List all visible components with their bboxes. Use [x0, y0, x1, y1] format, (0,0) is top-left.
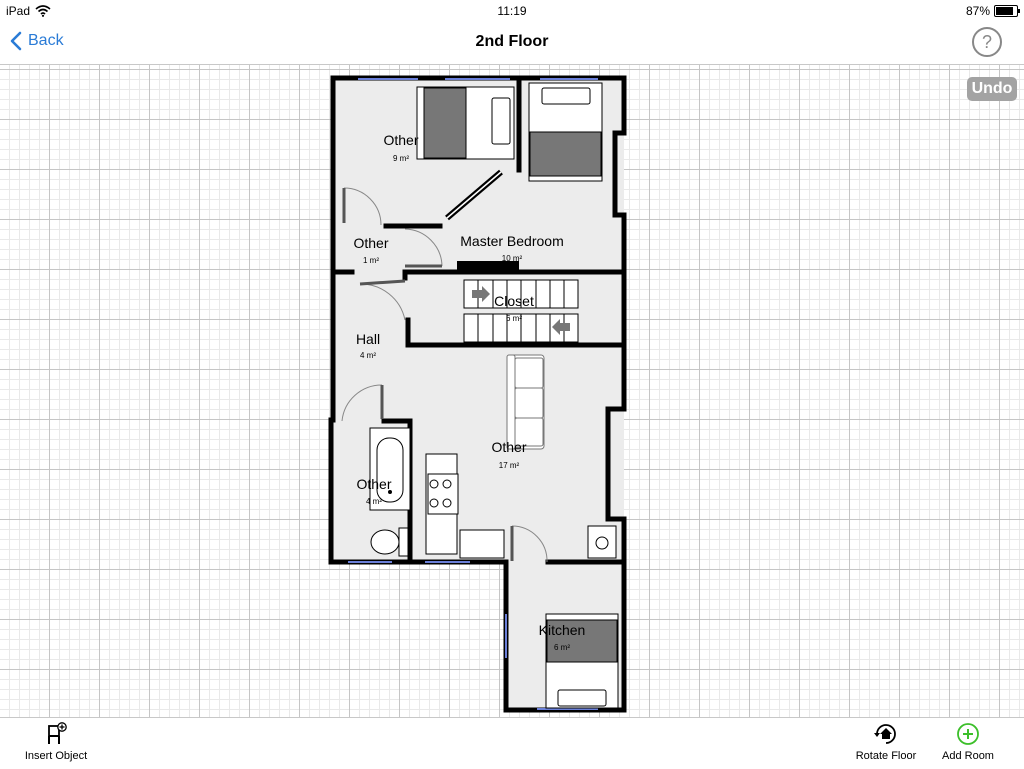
status-time: 11:19	[497, 4, 527, 18]
battery-icon	[994, 5, 1020, 17]
room-label[interactable]: Other	[371, 132, 431, 148]
bed-other-room	[416, 86, 515, 160]
room-area: 4 m²	[366, 497, 382, 506]
room-area: 6 m²	[554, 643, 570, 652]
washing-machine	[587, 525, 617, 559]
room-area: 6 m²	[506, 314, 522, 323]
rotate-floor-button[interactable]: Rotate Floor	[853, 722, 919, 762]
room-label[interactable]: Other	[344, 476, 404, 492]
status-bar: iPad 11:19 87%	[0, 0, 1024, 22]
room-area: 9 m²	[393, 154, 409, 163]
navigation-bar: Back 2nd Floor ?	[0, 22, 1024, 65]
room-label[interactable]: Hall	[338, 331, 398, 347]
counter	[459, 529, 505, 559]
room-label[interactable]: Closet	[484, 293, 544, 309]
sofa	[506, 354, 545, 450]
insert-object-button[interactable]: Insert Object	[22, 722, 90, 762]
room-label[interactable]: Other	[341, 235, 401, 251]
floor-plan-canvas[interactable]: Other 9 m² Master Bedroom 10 m² Other 1 …	[0, 65, 1024, 717]
room-area: 4 m²	[360, 351, 376, 360]
toilet	[370, 527, 409, 557]
plus-circle-icon	[957, 723, 979, 745]
bed-master-bedroom	[528, 82, 603, 182]
stove	[425, 453, 459, 555]
room-area: 17 m²	[498, 461, 520, 470]
rotate-floor-label: Rotate Floor	[855, 750, 917, 762]
room-area: 10 m²	[501, 254, 523, 263]
add-room-button[interactable]: Add Room	[938, 722, 998, 762]
floor-plan[interactable]	[0, 65, 1024, 717]
status-right: 87%	[965, 4, 1020, 18]
room-label[interactable]: Master Bedroom	[447, 233, 577, 249]
room-area: 1 m²	[363, 256, 379, 265]
page-title: 2nd Floor	[475, 33, 549, 50]
room-label[interactable]: Kitchen	[527, 622, 597, 638]
battery-percent: 87%	[965, 4, 990, 18]
insert-object-label: Insert Object	[24, 750, 88, 762]
undo-button[interactable]: Undo	[967, 77, 1017, 101]
add-room-label: Add Room	[942, 750, 994, 762]
chair-plus-icon	[48, 722, 67, 744]
room-label[interactable]: Other	[479, 439, 539, 455]
help-button[interactable]: ?	[972, 27, 1002, 57]
bottom-toolbar: Insert Object Rotate Floor Add Room	[0, 717, 1024, 769]
rotate-house-icon	[874, 724, 896, 744]
